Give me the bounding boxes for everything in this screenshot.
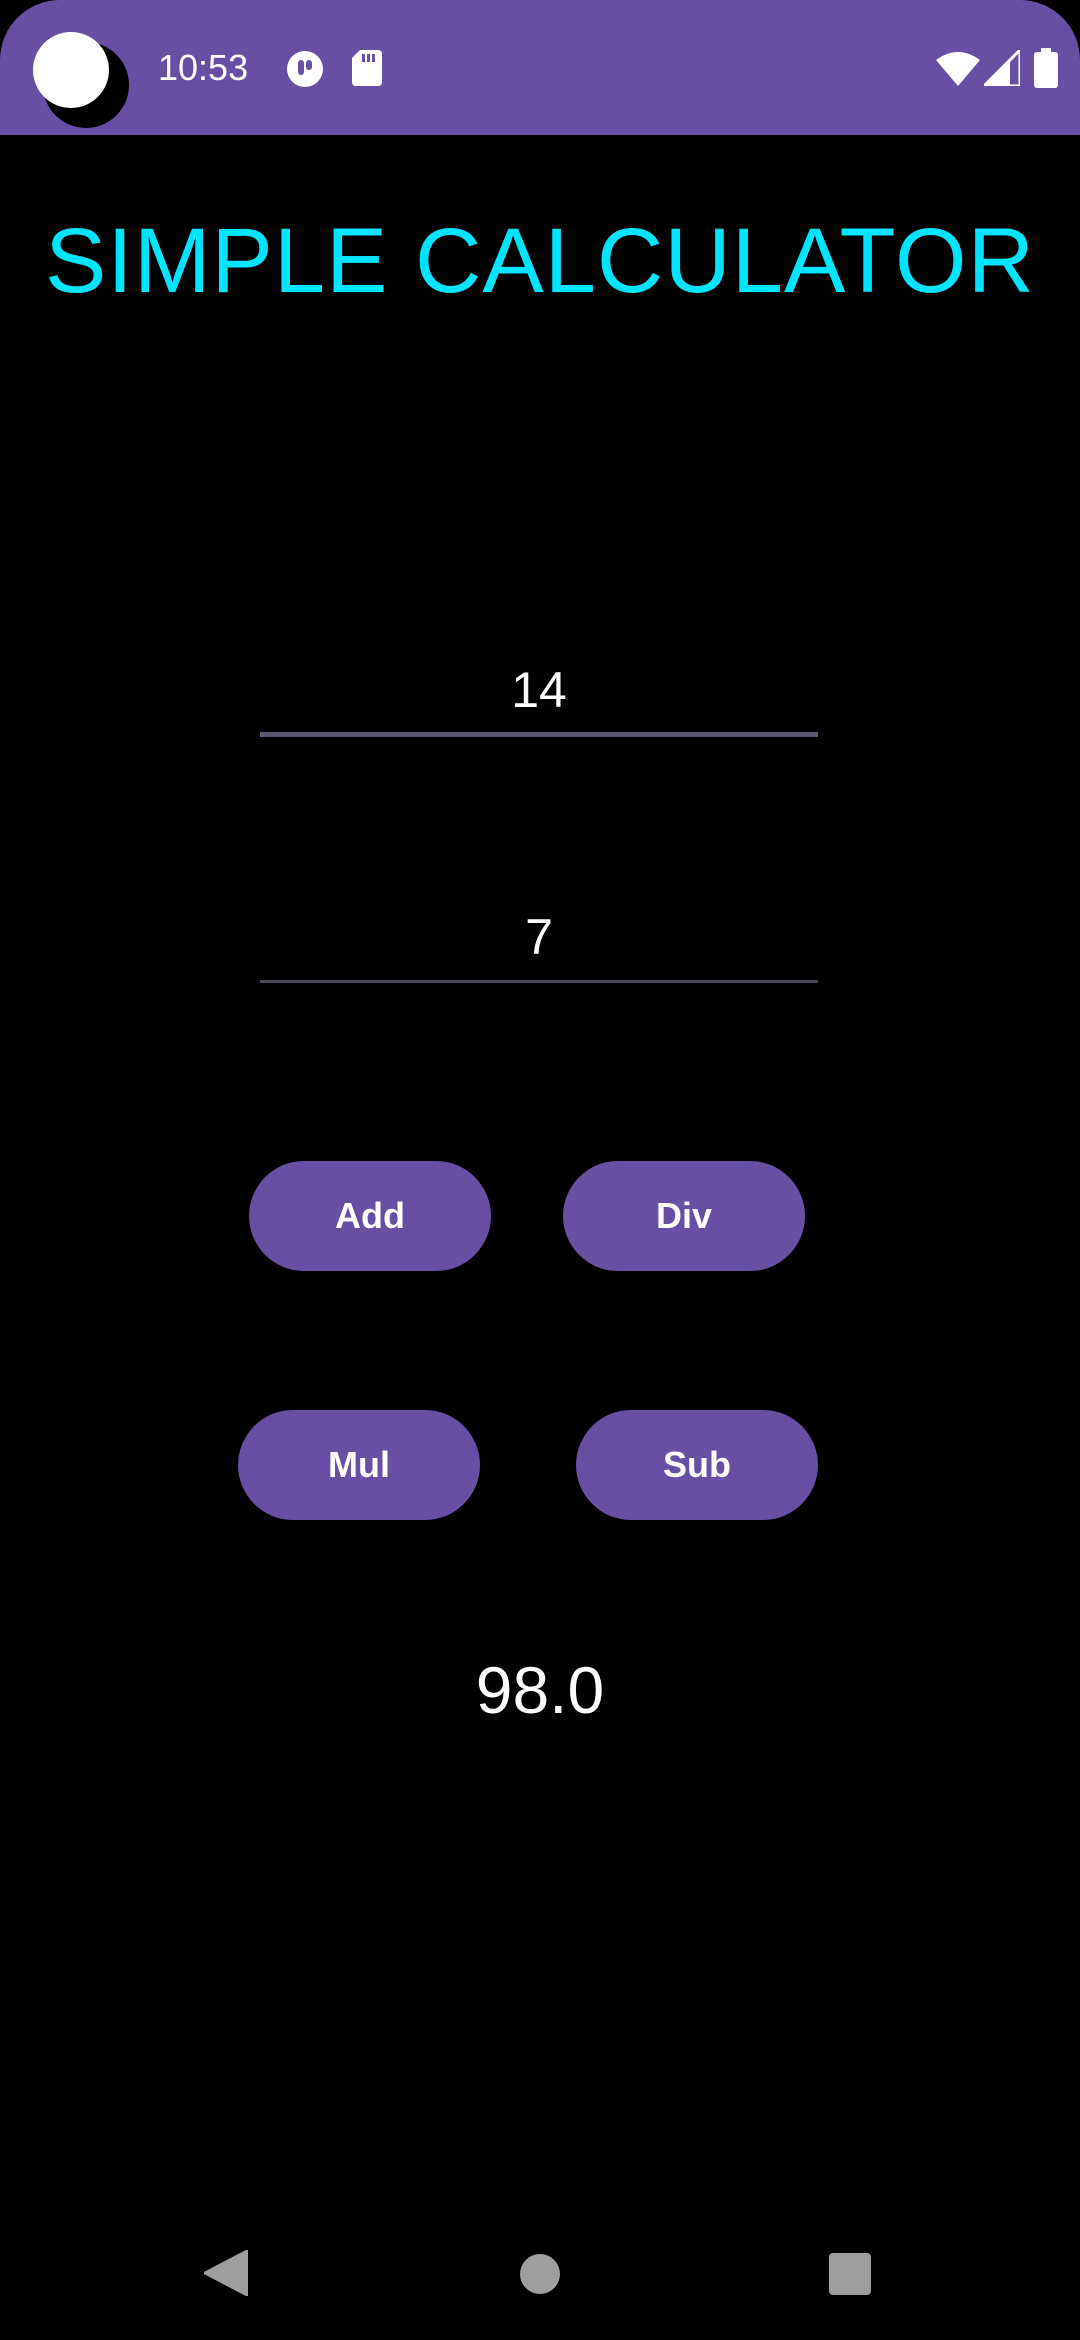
add-button[interactable]: Add	[249, 1161, 491, 1271]
second-number-underline	[260, 980, 818, 983]
battery-icon	[1034, 48, 1058, 88]
signal-icon	[984, 50, 1020, 86]
sub-button[interactable]: Sub	[576, 1410, 818, 1520]
status-bar: 10:53	[0, 0, 1080, 135]
status-time: 10:53	[158, 47, 249, 88]
first-number-input[interactable]	[260, 650, 818, 730]
phone-screen: 10:53 SIMPLE CALCULATOR 14 7 Add Div Mul…	[0, 0, 1080, 2340]
page-title: SIMPLE CALCULATOR	[44, 210, 1036, 312]
sd-card-icon	[352, 50, 382, 86]
home-icon[interactable]	[520, 2254, 560, 2294]
recents-icon[interactable]	[829, 2253, 871, 2295]
result-text: 98.0	[475, 1653, 605, 1727]
camera-cutout	[33, 32, 129, 128]
mul-button[interactable]: Mul	[238, 1410, 480, 1520]
wifi-icon	[936, 52, 980, 86]
notification-badge-icon	[287, 51, 323, 87]
div-button[interactable]: Div	[563, 1161, 805, 1271]
first-number-underline	[260, 732, 818, 737]
second-number-input[interactable]	[260, 897, 818, 977]
back-icon[interactable]	[204, 2250, 248, 2296]
